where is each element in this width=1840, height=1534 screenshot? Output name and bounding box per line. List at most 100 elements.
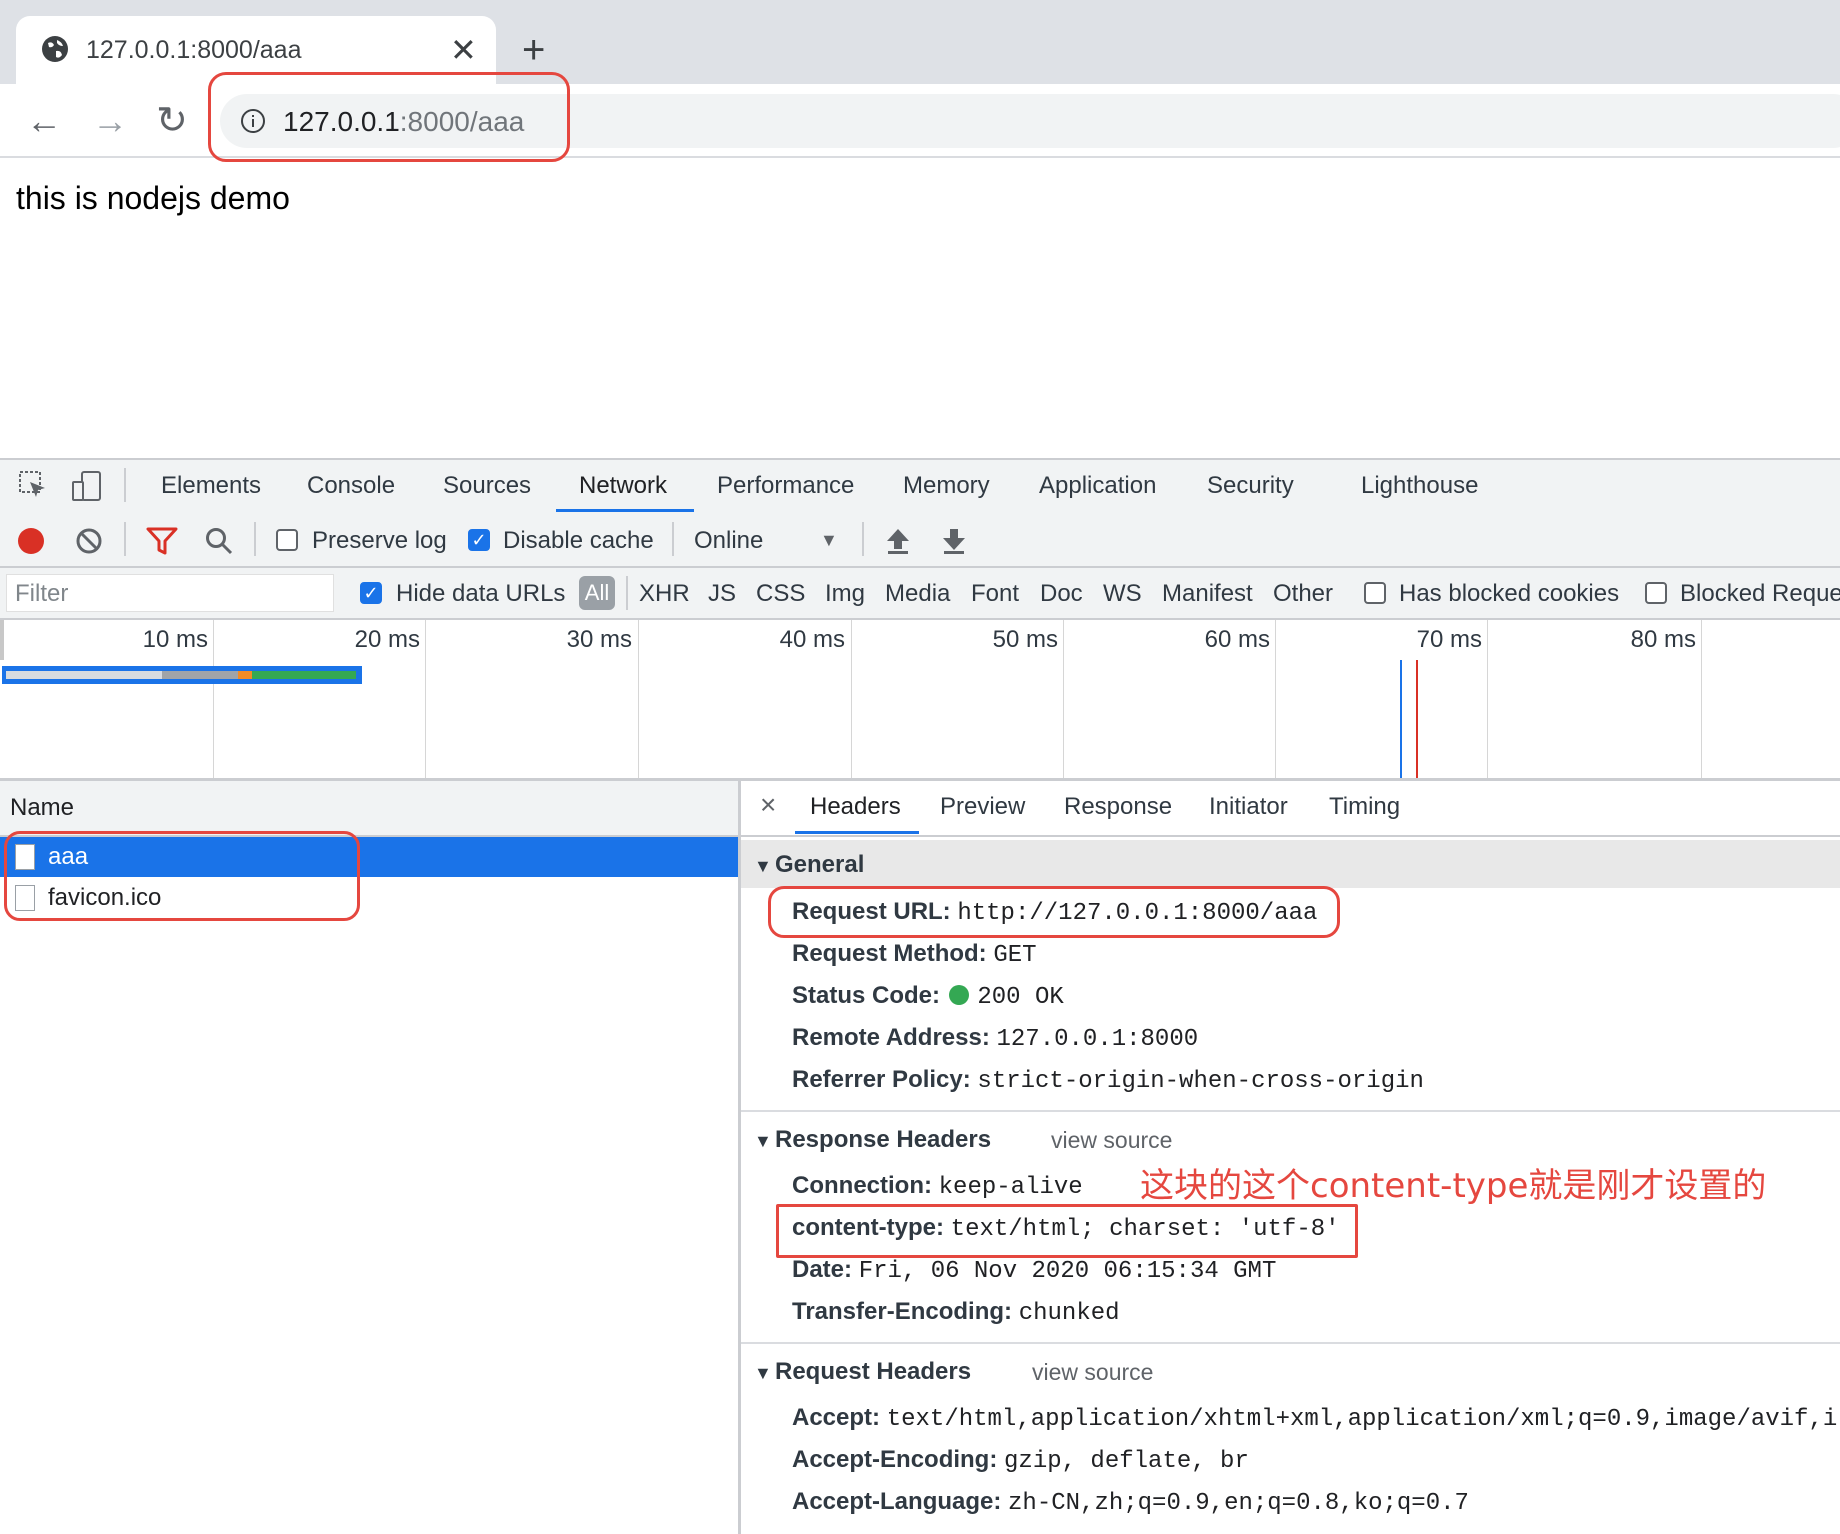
- tab-lighthouse[interactable]: Lighthouse: [1361, 472, 1478, 500]
- tab-preview[interactable]: Preview: [940, 793, 1025, 821]
- triangle-down-icon[interactable]: ▼: [754, 856, 772, 877]
- tab-close-icon[interactable]: ✕: [450, 30, 477, 70]
- disable-cache-label: Disable cache: [503, 527, 654, 554]
- tab-timing[interactable]: Timing: [1329, 793, 1400, 821]
- preserve-log-label: Preserve log: [312, 527, 447, 554]
- tab-memory[interactable]: Memory: [903, 472, 990, 500]
- preserve-log-checkbox[interactable]: [276, 529, 298, 551]
- tab-title: 127.0.0.1:8000/aaa: [86, 36, 302, 64]
- new-tab-button[interactable]: +: [522, 28, 545, 72]
- overview-tick-label: 10 ms: [142, 626, 208, 653]
- overview-gridline: [1701, 620, 1702, 778]
- tab-elements[interactable]: Elements: [161, 472, 261, 500]
- general-section-header[interactable]: [741, 840, 1840, 888]
- type-filter-ws[interactable]: WS: [1103, 580, 1142, 608]
- export-har-icon[interactable]: [940, 526, 968, 556]
- page-body-text: this is nodejs demo: [16, 180, 290, 216]
- overview-bar-segment: [162, 671, 238, 679]
- tab-response[interactable]: Response: [1064, 793, 1172, 821]
- view-source-link[interactable]: view source: [1051, 1127, 1172, 1154]
- annotation-note: 这块的这个content-type就是刚才设置的: [1140, 1166, 1767, 1206]
- hide-data-urls-checkbox[interactable]: ✓: [360, 582, 382, 604]
- separator: [124, 468, 126, 502]
- tab-network[interactable]: Network: [579, 472, 667, 500]
- overview-gridline: [1487, 620, 1488, 778]
- header-row: Accept: text/html,application/xhtml+xml,…: [792, 1404, 1838, 1433]
- chevron-down-icon[interactable]: ▼: [820, 530, 838, 551]
- has-blocked-cookies-checkbox[interactable]: [1364, 582, 1386, 604]
- overview-tick-label: 70 ms: [1416, 626, 1482, 653]
- throttle-select[interactable]: Online: [694, 527, 763, 555]
- overview-handle[interactable]: [0, 620, 4, 660]
- tab-console[interactable]: Console: [307, 472, 395, 500]
- overview-gridline: [638, 620, 639, 778]
- type-filter-other[interactable]: Other: [1273, 580, 1333, 608]
- tab-performance[interactable]: Performance: [717, 472, 854, 500]
- type-filter-img[interactable]: Img: [825, 580, 865, 608]
- type-filter-manifest[interactable]: Manifest: [1162, 580, 1253, 608]
- triangle-down-icon[interactable]: ▼: [754, 1131, 772, 1152]
- overview-bar-segment: [252, 671, 356, 679]
- type-filter-js[interactable]: JS: [708, 580, 736, 608]
- network-overview: [0, 620, 1840, 781]
- blocked-requests-label: Blocked Reque: [1680, 580, 1840, 607]
- tab-security[interactable]: Security: [1207, 472, 1294, 500]
- tab-application[interactable]: Application: [1039, 472, 1156, 500]
- overview-gridline: [213, 620, 214, 778]
- status-dot-icon: [948, 985, 969, 1005]
- record-icon[interactable]: [16, 526, 46, 556]
- device-toolbar-icon[interactable]: [70, 470, 104, 502]
- overview-tick-label: 40 ms: [779, 626, 845, 653]
- view-source-link[interactable]: view source: [1032, 1359, 1153, 1386]
- annotation-box-requests: [4, 831, 360, 921]
- type-filter-all[interactable]: All: [579, 576, 615, 610]
- type-filter-media[interactable]: Media: [885, 580, 950, 608]
- clear-icon[interactable]: [75, 527, 103, 555]
- overview-tick-label: 60 ms: [1204, 626, 1270, 653]
- type-filter-css[interactable]: CSS: [756, 580, 805, 608]
- overview-tick-label: 50 ms: [992, 626, 1058, 653]
- tab-initiator[interactable]: Initiator: [1209, 793, 1288, 821]
- type-filter-xhr[interactable]: XHR: [639, 580, 690, 608]
- back-icon[interactable]: ←: [26, 101, 62, 141]
- header-row: Transfer-Encoding: chunked: [792, 1298, 1120, 1327]
- tab-sources[interactable]: Sources: [443, 472, 531, 500]
- separator: [862, 522, 864, 556]
- active-detail-tab-indicator: [795, 831, 919, 834]
- annotation-box-request-url: [768, 886, 1340, 938]
- section-divider: [741, 1342, 1840, 1344]
- import-har-icon[interactable]: [884, 526, 912, 556]
- header-row: Accept-Encoding: gzip, deflate, br: [792, 1446, 1249, 1475]
- close-icon[interactable]: ×: [760, 789, 776, 821]
- forward-icon[interactable]: →: [92, 101, 128, 141]
- header-row: Request Method: GET: [792, 940, 1037, 969]
- reload-icon[interactable]: ↻: [156, 101, 188, 141]
- blocked-requests-checkbox[interactable]: [1645, 582, 1667, 604]
- search-icon[interactable]: [204, 526, 234, 556]
- filter-icon[interactable]: [146, 526, 178, 556]
- triangle-down-icon[interactable]: ▼: [754, 1363, 772, 1384]
- header-row: Status Code: 200 OK: [792, 982, 1064, 1011]
- name-column-header[interactable]: [0, 781, 738, 837]
- overview-tick-label: 80 ms: [1630, 626, 1696, 653]
- header-row: Date: Fri, 06 Nov 2020 06:15:34 GMT: [792, 1256, 1277, 1285]
- separator: [626, 576, 628, 610]
- type-filter-font[interactable]: Font: [971, 580, 1019, 608]
- overview-gridline: [1275, 620, 1276, 778]
- active-tab-indicator: [556, 509, 694, 512]
- tab-headers[interactable]: Headers: [810, 793, 901, 821]
- header-row: Referrer Policy: strict-origin-when-cros…: [792, 1066, 1424, 1095]
- inspect-element-icon[interactable]: [18, 470, 48, 500]
- section-title[interactable]: Response Headers: [775, 1126, 991, 1154]
- globe-icon: [42, 36, 68, 62]
- hide-data-urls-label: Hide data URLs: [396, 580, 566, 607]
- overview-tick-label: 30 ms: [566, 626, 632, 653]
- filter-input[interactable]: Filter: [6, 574, 334, 612]
- disable-cache-checkbox[interactable]: ✓: [468, 529, 490, 551]
- separator: [254, 522, 256, 556]
- section-title[interactable]: Request Headers: [775, 1358, 971, 1386]
- header-row: Accept-Language: zh-CN,zh;q=0.9,en;q=0.8…: [792, 1488, 1469, 1517]
- header-row: Connection: keep-alive: [792, 1172, 1083, 1201]
- type-filter-doc[interactable]: Doc: [1040, 580, 1083, 608]
- name-column-label: Name: [10, 794, 75, 821]
